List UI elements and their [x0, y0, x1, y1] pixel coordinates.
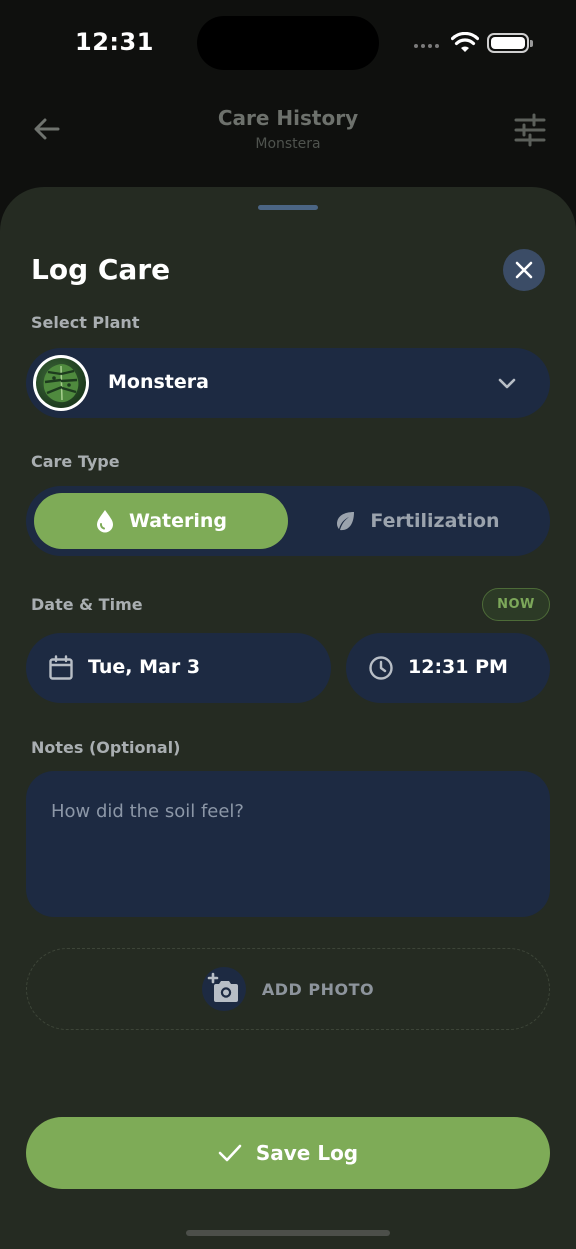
save-log-label: Save Log: [255, 1141, 359, 1165]
fertilization-label: Fertilization: [370, 510, 500, 532]
page-title: Care History: [217, 106, 359, 130]
watering-label: Watering: [128, 510, 228, 532]
care-type-label: Care Type: [31, 452, 120, 471]
water-drop-icon: [96, 510, 113, 533]
screen: 12:31 Care History Monstera Log Care Sel…: [0, 0, 576, 1249]
chevron-down-icon: [498, 378, 516, 389]
log-care-sheet: Log Care Select Plant Monstera Care Type…: [0, 187, 576, 1249]
add-photo-icon-wrap: [201, 967, 246, 1011]
filter-sliders-icon[interactable]: [512, 112, 548, 148]
wifi-icon: [451, 32, 479, 52]
status-time: 12:31: [75, 28, 154, 56]
plant-select-dropdown[interactable]: Monstera: [26, 348, 550, 418]
close-button[interactable]: [503, 249, 545, 291]
now-button[interactable]: NOW: [482, 588, 550, 621]
cellular-signal-icon: [414, 44, 439, 48]
date-time-label: Date & Time: [31, 595, 143, 614]
notes-label: Notes (Optional): [31, 738, 181, 757]
status-bar: 12:31: [0, 0, 576, 88]
nav-header: Care History Monstera: [0, 92, 576, 162]
notes-input[interactable]: [26, 771, 550, 917]
add-photo-label: ADD PHOTO: [261, 979, 375, 999]
close-icon: [515, 261, 533, 279]
care-type-segmented-control: Watering Fertilization: [26, 486, 550, 556]
plant-avatar: [33, 355, 89, 411]
clock-icon: [369, 656, 393, 680]
add-a-photo-icon: [207, 972, 238, 1002]
save-log-button[interactable]: Save Log: [26, 1117, 550, 1189]
dynamic-island: [197, 16, 379, 70]
date-value: Tue, Mar 3: [88, 656, 201, 678]
time-value: 12:31 PM: [408, 656, 508, 678]
sheet-drag-handle[interactable]: [258, 205, 318, 210]
care-type-watering-option[interactable]: Watering: [34, 493, 288, 549]
selected-plant-name: Monstera: [108, 371, 209, 393]
sheet-title: Log Care: [31, 253, 171, 286]
date-picker[interactable]: Tue, Mar 3: [26, 633, 331, 703]
calendar-icon: [49, 655, 73, 680]
add-photo-button[interactable]: ADD PHOTO: [26, 948, 550, 1030]
monstera-leaf-icon: [43, 364, 79, 403]
leaf-icon: [337, 512, 355, 531]
page-subtitle: Monstera: [255, 136, 321, 152]
select-plant-label: Select Plant: [31, 313, 140, 332]
home-indicator[interactable]: [186, 1230, 390, 1236]
checkmark-icon: [218, 1144, 242, 1162]
care-type-fertilization-option[interactable]: Fertilization: [290, 493, 544, 549]
time-picker[interactable]: 12:31 PM: [346, 633, 550, 703]
battery-icon: [487, 33, 533, 53]
